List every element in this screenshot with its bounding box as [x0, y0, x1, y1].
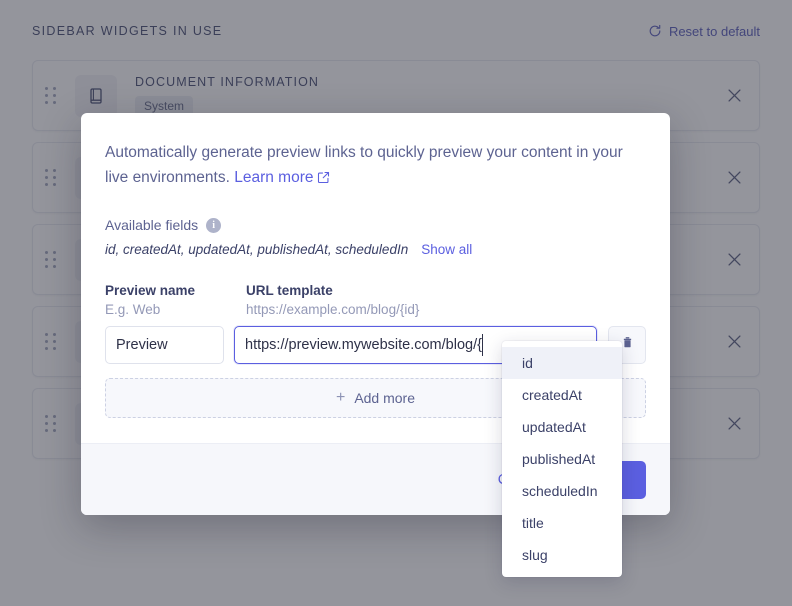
- dropdown-item-slug[interactable]: slug: [502, 539, 622, 571]
- fields-preview-row: id, createdAt, updatedAt, publishedAt, s…: [105, 242, 646, 257]
- dropdown-item-id[interactable]: id: [502, 347, 622, 379]
- text-caret: [482, 334, 483, 356]
- modal-description-text: Automatically generate preview links to …: [105, 144, 623, 186]
- external-link-icon: [317, 167, 330, 192]
- dropdown-item-title[interactable]: title: [502, 507, 622, 539]
- learn-more-label: Learn more: [234, 169, 313, 186]
- preview-name-input[interactable]: [105, 326, 224, 364]
- modal-description: Automatically generate preview links to …: [105, 140, 646, 192]
- dropdown-item-updatedat[interactable]: updatedAt: [502, 411, 622, 443]
- add-more-label: Add more: [354, 390, 415, 406]
- preview-name-label: Preview name: [105, 283, 234, 298]
- learn-more-link[interactable]: Learn more: [234, 169, 329, 186]
- info-icon[interactable]: i: [206, 218, 221, 233]
- form-header: Preview name E.g. Web URL template https…: [105, 283, 646, 317]
- plus-icon: +: [336, 390, 345, 406]
- url-template-hint: https://example.com/blog/{id}: [246, 302, 646, 317]
- available-fields-label: Available fields: [105, 217, 198, 233]
- dropdown-item-publishedat[interactable]: publishedAt: [502, 443, 622, 475]
- dropdown-item-scheduledin[interactable]: scheduledIn: [502, 475, 622, 507]
- show-all-link[interactable]: Show all: [421, 242, 472, 257]
- preview-name-hint: E.g. Web: [105, 302, 234, 317]
- dropdown-item-createdat[interactable]: createdAt: [502, 379, 622, 411]
- fields-preview-list: id, createdAt, updatedAt, publishedAt, s…: [105, 242, 408, 257]
- url-template-column: URL template https://example.com/blog/{i…: [246, 283, 646, 317]
- preview-name-column: Preview name E.g. Web: [105, 283, 234, 317]
- url-template-label: URL template: [246, 283, 646, 298]
- available-fields-row: Available fields i: [105, 217, 646, 233]
- field-autocomplete-dropdown[interactable]: id createdAt updatedAt publishedAt sched…: [502, 341, 622, 577]
